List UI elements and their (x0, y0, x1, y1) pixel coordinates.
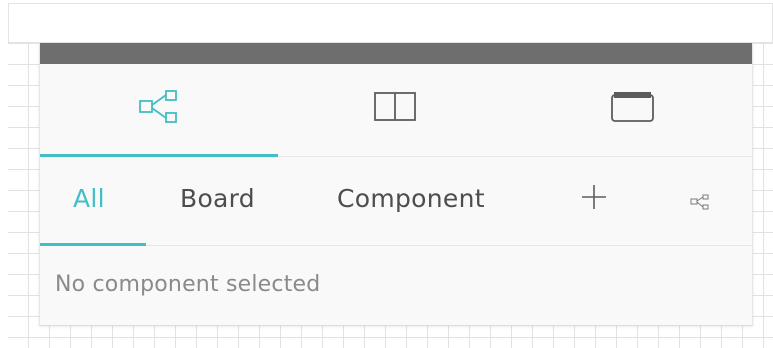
empty-state-message: No component selected (55, 272, 321, 297)
tab-split-view[interactable] (277, 64, 514, 156)
filter-tab-board[interactable]: Board (180, 184, 255, 213)
window-icon (611, 91, 655, 127)
filter-tab-active-indicator (40, 243, 146, 246)
tab-window-view[interactable] (515, 64, 752, 156)
split-panel-icon (374, 92, 418, 126)
panel-header[interactable] (40, 43, 752, 64)
tab-hierarchy[interactable] (40, 64, 277, 156)
hierarchy-icon (138, 90, 179, 128)
hierarchy-filter-button[interactable] (690, 194, 710, 214)
plus-icon (582, 185, 606, 209)
components-panel: All Board Component No component selecte… (39, 43, 753, 326)
filter-tab-component[interactable]: Component (337, 184, 485, 213)
filter-tabs: All Board Component (40, 157, 752, 246)
view-tabs (40, 64, 752, 157)
top-bar (8, 3, 773, 43)
filter-tab-all[interactable]: All (73, 184, 105, 213)
hierarchy-small-icon (690, 194, 709, 210)
add-filter-button[interactable] (580, 183, 608, 215)
